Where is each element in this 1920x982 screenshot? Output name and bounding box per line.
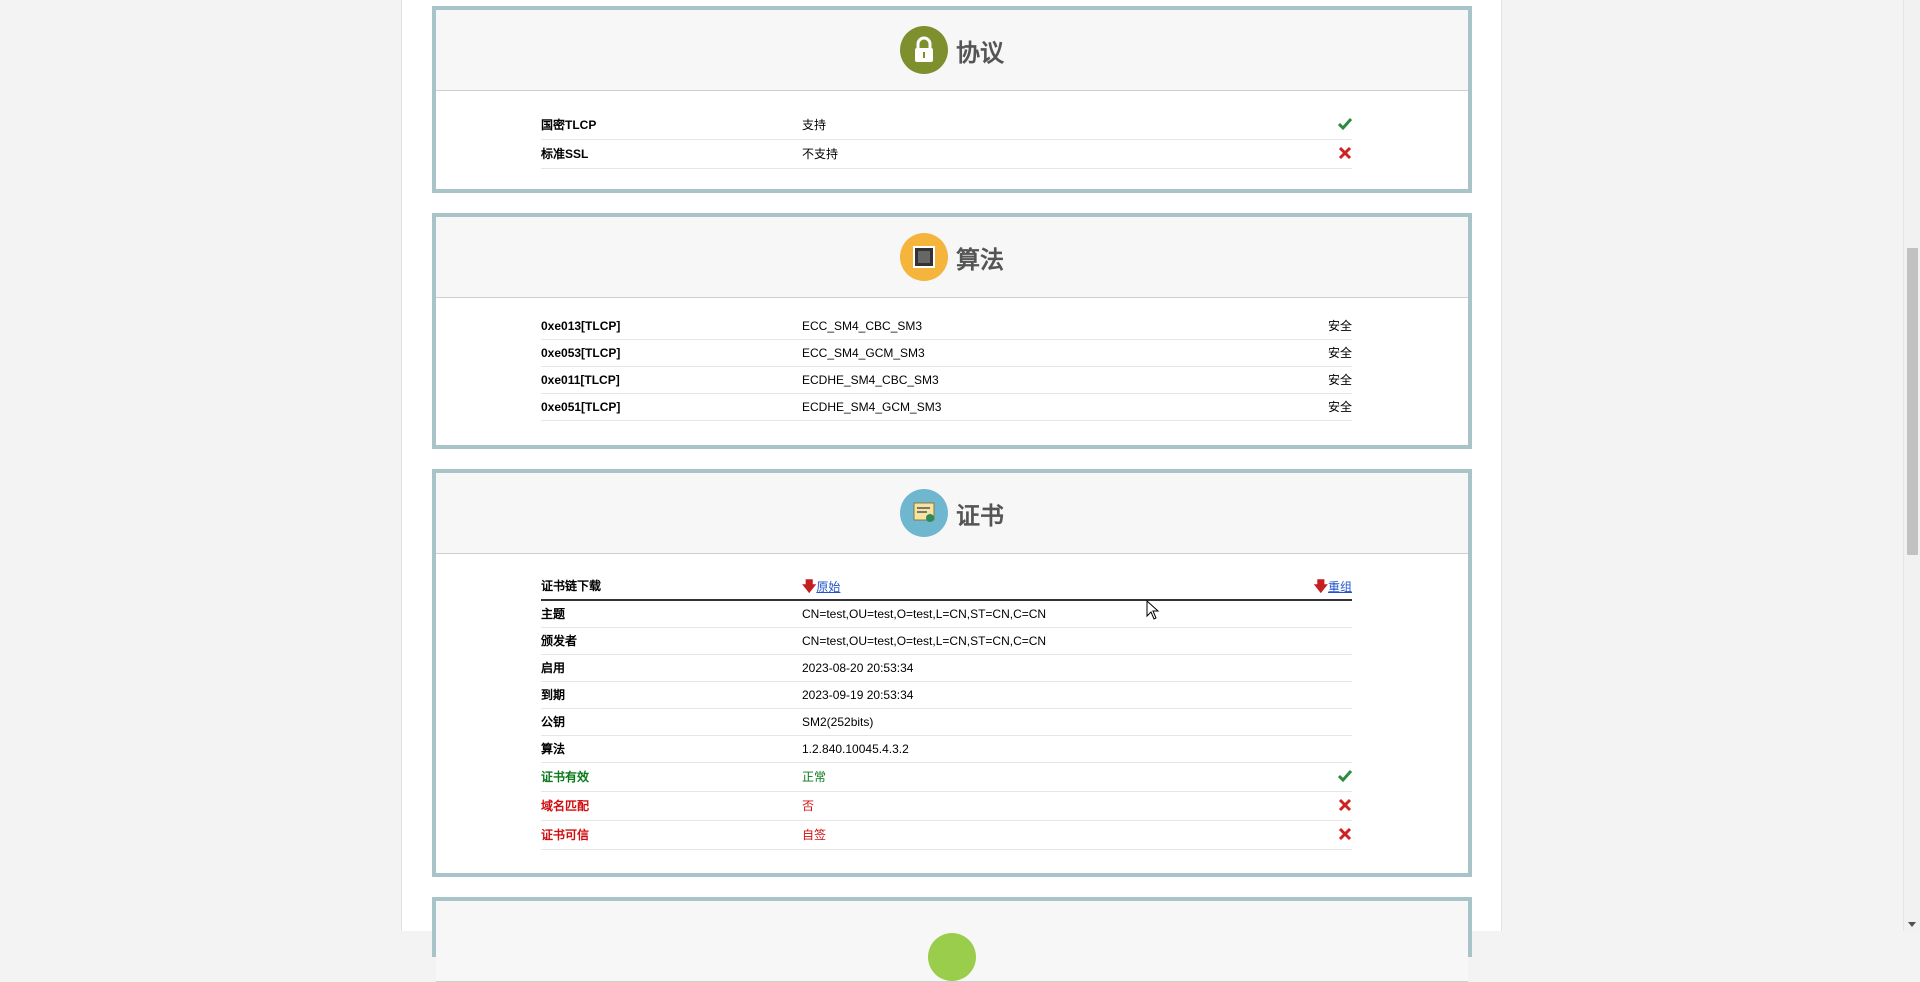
scroll-down-arrow-icon[interactable] <box>1908 922 1916 927</box>
cert-row: 启用 2023-08-20 20:53:34 <box>541 655 1352 682</box>
protocol-value: 支持 <box>802 118 827 132</box>
protocol-row-tlcp: 国密TLCP 支持 <box>541 111 1353 141</box>
protocol-name: 国密TLCP <box>541 118 597 132</box>
lock-icon <box>900 26 948 74</box>
protocol-panel-header: 协议 <box>436 10 1468 91</box>
cert-value: CN=test,OU=test,O=test,L=CN,ST=CN,C=CN <box>802 634 1047 648</box>
cert-value: 2023-09-19 20:53:34 <box>802 688 914 702</box>
algorithm-row: 0xe051[TLCP] ECDHE_SM4_GCM_SM3 安全 <box>541 394 1352 421</box>
scrollbar-thumb[interactable] <box>1907 248 1918 555</box>
algorithm-panel-header: 算法 <box>436 217 1468 298</box>
algorithm-row: 0xe013[TLCP] ECC_SM4_CBC_SM3 安全 <box>541 313 1352 340</box>
cert-row: 算法 1.2.840.10045.4.3.2 <box>541 736 1352 763</box>
cert-check-row: 证书有效 正常 <box>541 763 1353 793</box>
cert-value: 1.2.840.10045.4.3.2 <box>802 742 909 756</box>
download-arrow-icon: 🡇 <box>1313 578 1328 594</box>
cert-download-label: 证书链下载 <box>541 579 602 593</box>
cert-row: 到期 2023-09-19 20:53:34 <box>541 682 1352 709</box>
certificate-icon <box>900 489 948 537</box>
certificate-panel: 证书 证书链下载 🡇原始 🡇重组 主题 CN=test,OU=test,O=te… <box>432 469 1472 877</box>
algorithm-row: 0xe053[TLCP] ECC_SM4_GCM_SM3 安全 <box>541 340 1352 367</box>
vertical-scrollbar[interactable] <box>1903 0 1920 931</box>
protocol-name: 标准SSL <box>541 147 589 161</box>
check-icon <box>1337 111 1353 141</box>
protocol-panel: 协议 国密TLCP 支持 标准SSL 不支持 <box>432 6 1472 193</box>
cert-row: 颁发者 CN=test,OU=test,O=test,L=CN,ST=CN,C=… <box>541 628 1352 655</box>
settings-icon <box>928 933 976 981</box>
cipher-code: 0xe013[TLCP] <box>541 319 621 333</box>
download-original[interactable]: 🡇原始 <box>802 572 840 601</box>
cipher-suite: ECC_SM4_GCM_SM3 <box>802 346 925 360</box>
algorithm-panel: 算法 0xe013[TLCP] ECC_SM4_CBC_SM3 安全 0xe05… <box>432 213 1472 449</box>
chip-icon <box>900 233 948 281</box>
cert-check-name: 证书可信 <box>541 828 590 842</box>
cert-value: 2023-08-20 20:53:34 <box>802 661 914 675</box>
check-icon <box>1337 763 1353 793</box>
protocol-title: 协议 <box>956 39 1004 67</box>
cipher-level: 安全 <box>1327 400 1352 414</box>
cert-download-row: 证书链下载 🡇原始 🡇重组 <box>541 572 1352 601</box>
download-original-link[interactable]: 原始 <box>816 580 840 594</box>
cert-field: 启用 <box>541 661 566 675</box>
cert-check-value: 自签 <box>802 828 827 842</box>
cipher-code: 0xe053[TLCP] <box>541 346 621 360</box>
cert-field: 到期 <box>541 688 566 702</box>
cert-field: 公钥 <box>541 715 566 729</box>
cert-check-row: 域名匹配 否 <box>541 792 1352 821</box>
cert-row: 主题 CN=test,OU=test,O=test,L=CN,ST=CN,C=C… <box>541 601 1352 628</box>
cross-icon <box>1338 140 1352 170</box>
cipher-level: 安全 <box>1327 373 1352 387</box>
mouse-cursor-icon <box>1146 600 1160 620</box>
cert-check-name: 证书有效 <box>541 770 590 784</box>
cert-field: 颁发者 <box>541 634 578 648</box>
certificate-title: 证书 <box>956 502 1004 530</box>
cipher-suite: ECDHE_SM4_GCM_SM3 <box>802 400 942 414</box>
next-panel <box>432 897 1472 982</box>
cert-value: SM2(252bits) <box>802 715 874 729</box>
cert-field: 主题 <box>541 607 566 621</box>
cert-field: 算法 <box>541 742 566 756</box>
algorithm-title: 算法 <box>956 246 1004 274</box>
cipher-suite: ECDHE_SM4_CBC_SM3 <box>802 373 939 387</box>
cross-icon <box>1338 792 1352 822</box>
cross-icon <box>1338 821 1352 851</box>
download-rebuild[interactable]: 🡇重组 <box>1314 572 1352 601</box>
certificate-panel-header: 证书 <box>436 473 1468 554</box>
cert-check-name: 域名匹配 <box>541 799 590 813</box>
protocol-value: 不支持 <box>802 147 839 161</box>
cert-check-value: 正常 <box>802 770 827 784</box>
cert-check-row: 证书可信 自签 <box>541 821 1352 850</box>
download-rebuild-link[interactable]: 重组 <box>1328 580 1352 594</box>
cipher-code: 0xe011[TLCP] <box>541 373 620 387</box>
cert-check-value: 否 <box>802 799 815 813</box>
cert-row: 公钥 SM2(252bits) <box>541 709 1352 736</box>
algorithm-row: 0xe011[TLCP] ECDHE_SM4_CBC_SM3 安全 <box>541 367 1352 394</box>
cipher-code: 0xe051[TLCP] <box>541 400 621 414</box>
cert-value: CN=test,OU=test,O=test,L=CN,ST=CN,C=CN <box>802 607 1047 621</box>
protocol-row-ssl: 标准SSL 不支持 <box>541 140 1352 169</box>
cipher-level: 安全 <box>1327 319 1352 333</box>
download-arrow-icon: 🡇 <box>802 578 817 594</box>
next-panel-header <box>436 901 1468 982</box>
cipher-level: 安全 <box>1327 346 1352 360</box>
cipher-suite: ECC_SM4_CBC_SM3 <box>802 319 923 333</box>
